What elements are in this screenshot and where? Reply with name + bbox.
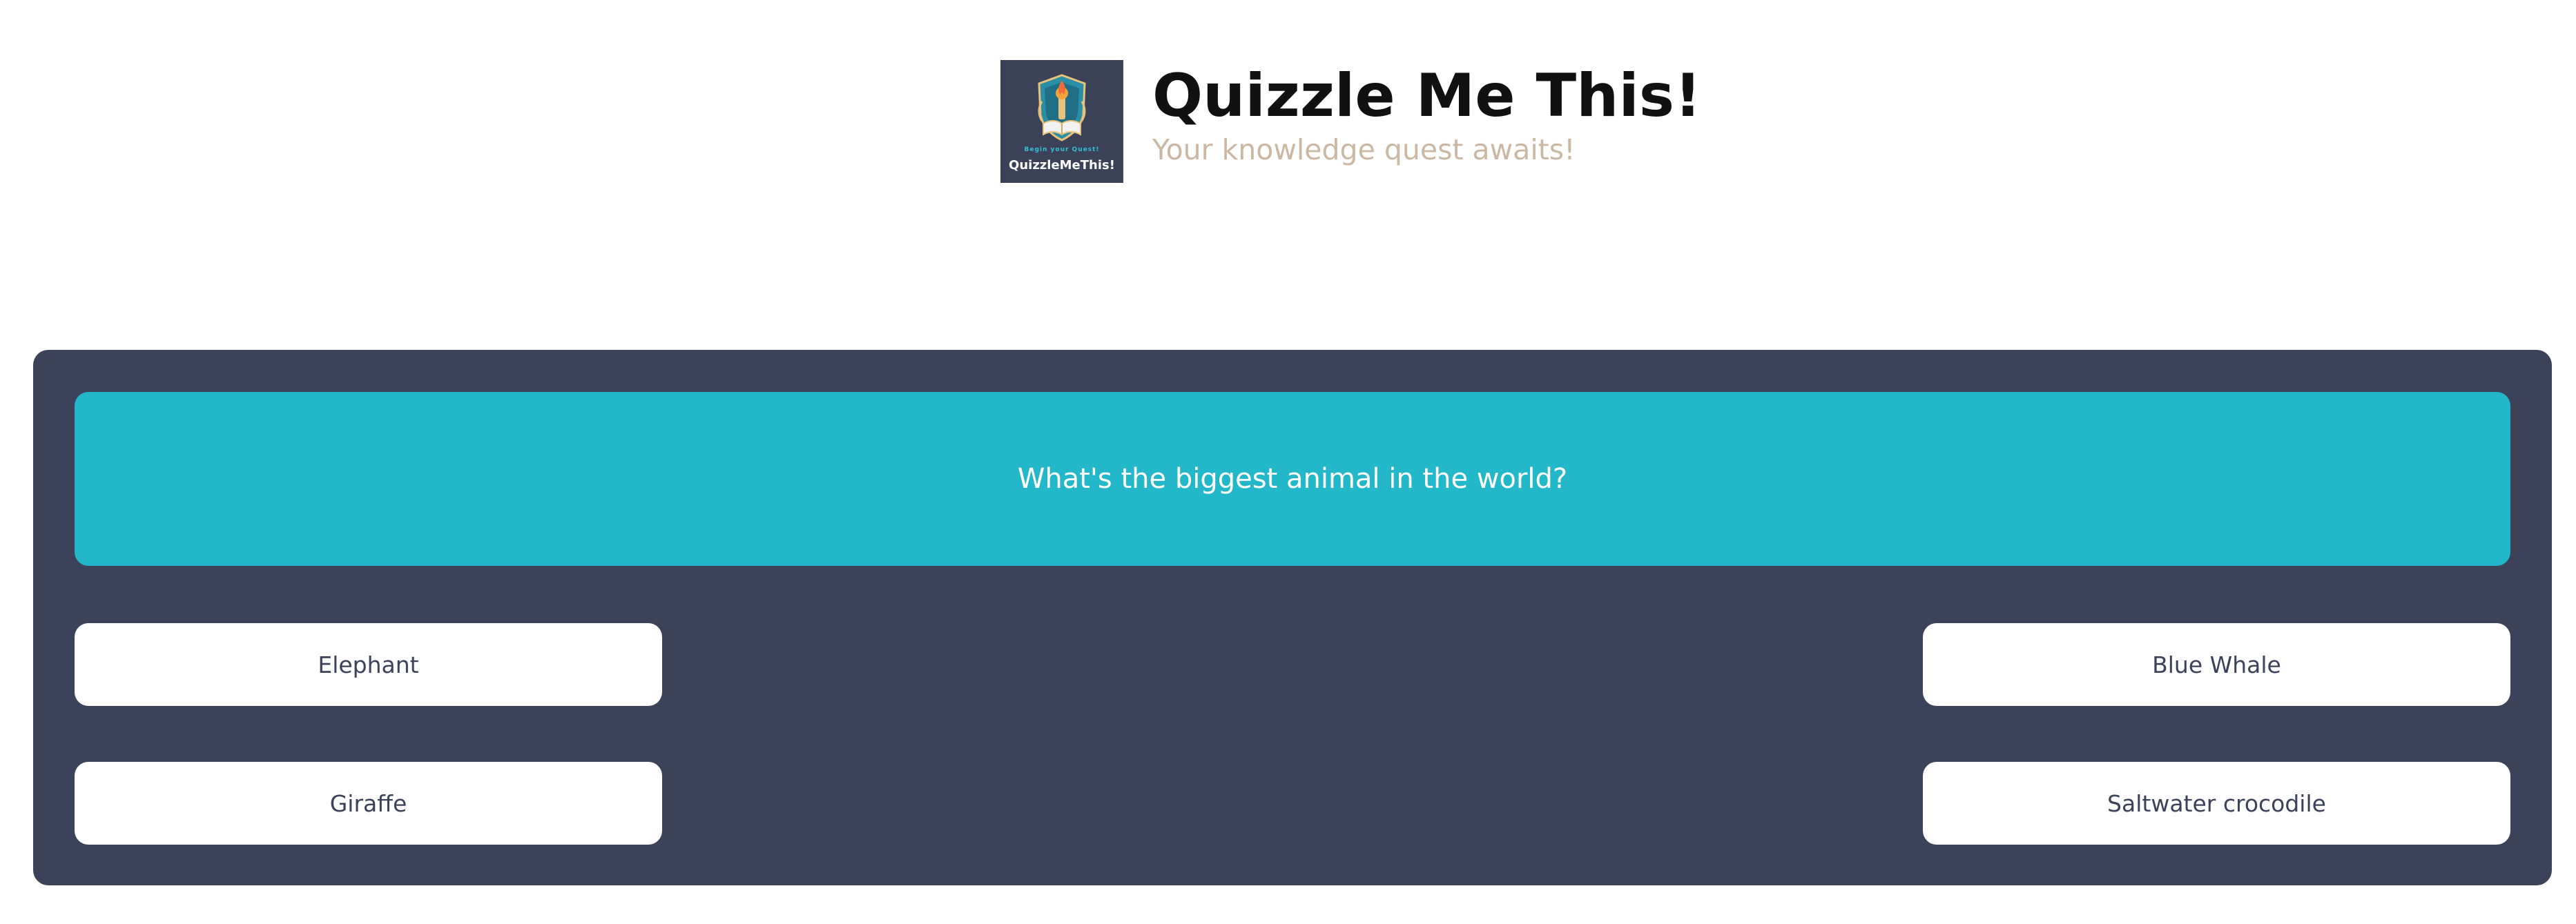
- app-header: Begin your Quest! QuizzleMeThis! Quizzle…: [1000, 60, 1701, 183]
- app-logo: Begin your Quest! QuizzleMeThis!: [1000, 60, 1123, 183]
- app-title: Quizzle Me This!: [1152, 61, 1702, 130]
- logo-name: QuizzleMeThis!: [1009, 158, 1115, 173]
- answer-button-blue-whale[interactable]: Blue Whale: [1923, 623, 2510, 706]
- answer-button-elephant[interactable]: Elephant: [75, 623, 662, 706]
- question-text: What's the biggest animal in the world?: [1017, 463, 1568, 495]
- app-subtitle: Your knowledge quest awaits!: [1152, 133, 1576, 166]
- question-box: What's the biggest animal in the world?: [75, 392, 2510, 566]
- answer-button-saltwater-crocodile[interactable]: Saltwater crocodile: [1923, 762, 2510, 845]
- quiz-panel: What's the biggest animal in the world? …: [33, 350, 2552, 885]
- title-block: Quizzle Me This! Your knowledge quest aw…: [1152, 61, 1701, 169]
- answer-button-giraffe[interactable]: Giraffe: [75, 762, 662, 845]
- logo-tagline: Begin your Quest!: [1024, 146, 1100, 153]
